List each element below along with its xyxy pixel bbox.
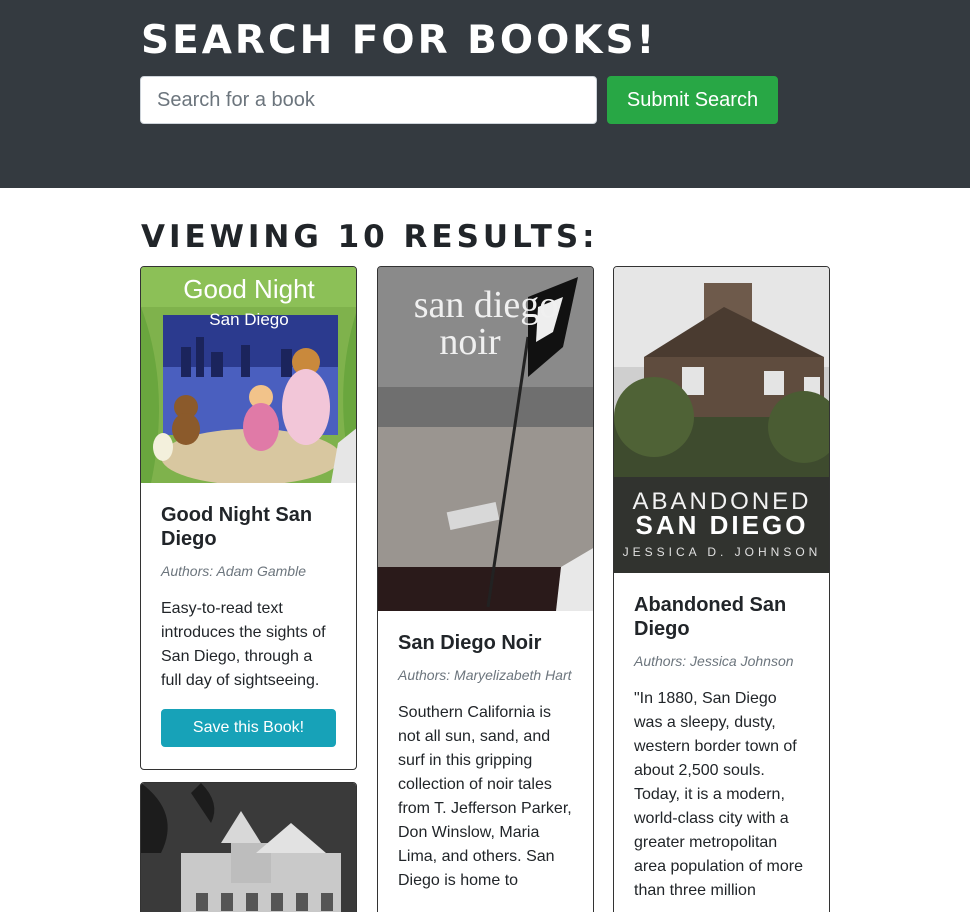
book-description: Easy-to-read text introduces the sights … [161,600,326,689]
book-authors: Authors: Adam Gamble [161,563,306,579]
cover-title-text: Good Night [183,274,315,304]
book-authors: Authors: Jessica Johnson [634,653,794,669]
book-card: san diego noir San Diego Noir Authors: M… [377,266,594,912]
cover-title-text: san diego [414,284,559,326]
cover-subtitle-text: San Diego [209,310,288,329]
search-header: SEARCH FOR BOOKS! Submit Search [0,0,970,188]
book-description: Southern California is not all sun, sand… [398,704,572,889]
book-card [140,782,357,912]
book-card: Good Night San Diego Good Night San Dieg… [140,266,357,770]
book-title: Abandoned San Diego [634,594,787,640]
book-cover-image: ABANDONED SAN DIEGO JESSICA D. JOHNSON [614,267,829,573]
submit-search-button[interactable]: Submit Search [607,76,778,124]
cover-author-text: JESSICA D. JOHNSON [623,545,822,559]
results-heading: VIEWING 10 RESULTS: [141,219,599,255]
search-input[interactable] [140,76,597,124]
cover-subtitle-text: noir [439,321,501,363]
book-cover-image: san diego noir [378,267,593,611]
book-cover-image [141,783,356,912]
page-title: SEARCH FOR BOOKS! [141,18,658,63]
book-cover-image: Good Night San Diego [141,267,356,483]
book-description: "In 1880, San Diego was a sleepy, dusty,… [634,690,803,899]
book-title: Good Night San Diego [161,504,313,550]
book-title: San Diego Noir [398,632,542,654]
save-book-button[interactable]: Save this Book! [161,709,336,747]
cover-subtitle-text: SAN DIEGO [636,510,809,540]
book-authors: Authors: Maryelizabeth Hart [398,667,572,683]
book-card: ABANDONED SAN DIEGO JESSICA D. JOHNSON A… [613,266,830,912]
